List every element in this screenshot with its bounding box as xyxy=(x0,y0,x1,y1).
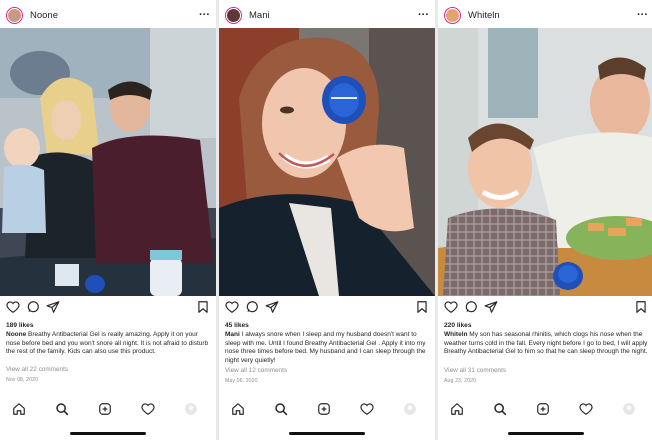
post-date: Aug 23, 2020 xyxy=(444,378,477,384)
post-card-noone: Noone ··· 189 likes Noone Breathy Antiba… xyxy=(0,0,216,440)
activity-heart-icon[interactable] xyxy=(360,402,374,416)
post-caption: Whiteln My son has seasonal rhinitis, wh… xyxy=(444,331,648,357)
username[interactable]: Noone xyxy=(30,10,199,21)
home-indicator xyxy=(508,432,584,435)
caption-text: I always snore when I sleep and my husba… xyxy=(225,331,426,364)
home-icon[interactable] xyxy=(231,402,245,416)
father-son-photo xyxy=(438,28,652,296)
send-icon[interactable] xyxy=(46,300,60,314)
home-indicator xyxy=(70,432,146,435)
like-count[interactable]: 189 likes xyxy=(6,322,34,329)
post-actions xyxy=(225,300,429,316)
search-icon[interactable] xyxy=(55,402,69,416)
more-options-icon[interactable]: ··· xyxy=(637,9,648,21)
send-icon[interactable] xyxy=(484,300,498,314)
search-icon[interactable] xyxy=(274,402,288,416)
bottom-nav xyxy=(219,400,435,420)
post-caption: Mani I always snore when I sleep and my … xyxy=(225,331,429,365)
post-caption: Noone Breathy Antibacterial Gel is reall… xyxy=(6,331,210,357)
comment-icon[interactable] xyxy=(245,300,259,314)
view-comments-link[interactable]: View all 22 comments xyxy=(6,366,68,373)
bookmark-icon[interactable] xyxy=(196,300,210,314)
username[interactable]: Whiteln xyxy=(468,10,637,21)
post-header: Mani ··· xyxy=(225,4,429,26)
activity-heart-icon[interactable] xyxy=(579,402,593,416)
home-indicator xyxy=(289,432,365,435)
home-icon[interactable] xyxy=(450,402,464,416)
home-icon[interactable] xyxy=(12,402,26,416)
comment-icon[interactable] xyxy=(26,300,40,314)
add-post-icon[interactable] xyxy=(317,402,331,416)
heart-icon[interactable] xyxy=(225,300,239,314)
post-photo[interactable] xyxy=(0,28,216,296)
caption-username[interactable]: Noone xyxy=(6,331,26,338)
avatar[interactable] xyxy=(6,6,23,24)
profile-avatar[interactable] xyxy=(622,402,636,416)
like-count[interactable]: 220 likes xyxy=(444,322,472,329)
view-comments-link[interactable]: View all 12 comments xyxy=(225,367,287,374)
more-options-icon[interactable]: ··· xyxy=(418,9,429,21)
like-count[interactable]: 45 likes xyxy=(225,322,249,329)
post-card-mani: Mani ··· 45 likes Mani I always snore wh… xyxy=(219,0,435,440)
family-photo xyxy=(0,28,216,296)
caption-text: My son has seasonal rhinitis, which clog… xyxy=(444,331,648,356)
add-post-icon[interactable] xyxy=(536,402,550,416)
view-comments-link[interactable]: View all 31 comments xyxy=(444,367,506,374)
comment-icon[interactable] xyxy=(464,300,478,314)
post-photo[interactable] xyxy=(219,28,435,296)
post-date: May 06, 2020 xyxy=(225,378,258,384)
profile-avatar[interactable] xyxy=(403,402,417,416)
send-icon[interactable] xyxy=(265,300,279,314)
username[interactable]: Mani xyxy=(249,10,418,21)
caption-username[interactable]: Whiteln xyxy=(444,331,467,338)
search-icon[interactable] xyxy=(493,402,507,416)
post-card-whiteln: Whiteln ··· 220 likes Whiteln My son has… xyxy=(438,0,652,440)
woman-with-gel-photo xyxy=(219,28,435,296)
post-actions xyxy=(6,300,210,316)
bookmark-icon[interactable] xyxy=(634,300,648,314)
bottom-nav xyxy=(0,400,216,420)
post-date: Nov 08, 2020 xyxy=(6,377,39,383)
bookmark-icon[interactable] xyxy=(415,300,429,314)
post-actions xyxy=(444,300,648,316)
caption-text: Breathy Antibacterial Gel is really amaz… xyxy=(6,331,209,356)
avatar[interactable] xyxy=(225,6,242,24)
post-header: Whiteln ··· xyxy=(444,4,648,26)
heart-icon[interactable] xyxy=(6,300,20,314)
add-post-icon[interactable] xyxy=(98,402,112,416)
activity-heart-icon[interactable] xyxy=(141,402,155,416)
post-photo[interactable] xyxy=(438,28,652,296)
caption-username[interactable]: Mani xyxy=(225,331,240,338)
heart-icon[interactable] xyxy=(444,300,458,314)
more-options-icon[interactable]: ··· xyxy=(199,9,210,21)
post-header: Noone ··· xyxy=(6,4,210,26)
bottom-nav xyxy=(438,400,652,420)
avatar[interactable] xyxy=(444,6,461,24)
profile-avatar[interactable] xyxy=(184,402,198,416)
